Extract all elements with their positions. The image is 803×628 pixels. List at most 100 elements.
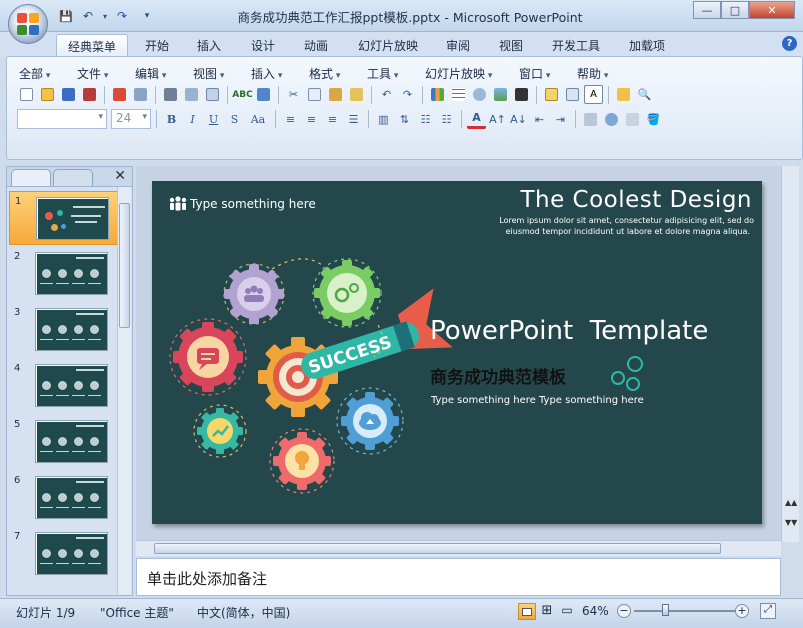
- tab-insert[interactable]: 插入: [188, 34, 230, 56]
- layout-icon[interactable]: [203, 85, 222, 104]
- menu-tools[interactable]: 工具: [367, 65, 398, 82]
- tab-review[interactable]: 审阅: [437, 34, 479, 56]
- text-direction-icon[interactable]: ⇅: [395, 110, 414, 129]
- zoom-slider-thumb[interactable]: [662, 604, 670, 616]
- bullets-icon[interactable]: ☷: [437, 110, 456, 129]
- slide-canvas[interactable]: SUCCESS Type something here The Coolest …: [152, 181, 762, 524]
- export-pdf-icon[interactable]: [110, 85, 129, 104]
- arrange-icon[interactable]: [623, 110, 642, 129]
- new-icon[interactable]: [17, 85, 36, 104]
- slide-thumbnail[interactable]: 7: [9, 527, 117, 581]
- menu-insert[interactable]: 插入: [251, 65, 282, 82]
- align-left-icon[interactable]: ≡: [281, 110, 300, 129]
- menu-format[interactable]: 格式: [309, 65, 340, 82]
- editor-horizontal-scrollbar[interactable]: [136, 540, 781, 556]
- tab-slides-thumbnails[interactable]: [11, 169, 51, 186]
- underline-icon[interactable]: U: [204, 110, 223, 129]
- cut-icon[interactable]: ✂: [284, 85, 303, 104]
- permission-icon[interactable]: [80, 85, 99, 104]
- picture-icon[interactable]: [491, 85, 510, 104]
- redo-toolbar-icon[interactable]: ↷: [398, 85, 417, 104]
- insert-chart-icon[interactable]: [428, 85, 447, 104]
- minimize-button[interactable]: —: [693, 1, 721, 19]
- close-icon[interactable]: ✕: [114, 168, 126, 184]
- notes-pane[interactable]: 单击此处添加备注: [136, 558, 781, 596]
- menu-window[interactable]: 窗口: [519, 65, 550, 82]
- slide-thumbnail[interactable]: 4: [9, 359, 117, 413]
- menu-all[interactable]: 全部: [19, 65, 50, 82]
- spelling-icon[interactable]: ABC: [232, 85, 252, 104]
- prev-slide-icon[interactable]: ▲▲: [785, 498, 797, 507]
- tab-developer[interactable]: 开发工具: [543, 34, 609, 56]
- format-painter-icon[interactable]: [347, 85, 366, 104]
- redo-icon[interactable]: ↷: [112, 7, 132, 25]
- increase-indent-icon[interactable]: ⇥: [551, 110, 570, 129]
- align-center-icon[interactable]: ≡: [302, 110, 321, 129]
- paste-icon[interactable]: [326, 85, 345, 104]
- undo-dropdown-icon[interactable]: ▾: [100, 7, 110, 25]
- menu-slideshow[interactable]: 幻灯片放映: [425, 65, 492, 82]
- zoom-slider[interactable]: [634, 604, 738, 616]
- print-icon[interactable]: [161, 85, 180, 104]
- bold-icon[interactable]: B: [162, 110, 181, 129]
- tab-home[interactable]: 开始: [136, 34, 178, 56]
- slideshow-view-icon[interactable]: ▭: [558, 603, 576, 620]
- save-file-icon[interactable]: [59, 85, 78, 104]
- clipart-icon[interactable]: [470, 85, 489, 104]
- menu-edit[interactable]: 编辑: [135, 65, 166, 82]
- next-slide-icon[interactable]: ▼▼: [785, 518, 797, 527]
- undo-toolbar-icon[interactable]: ↶: [377, 85, 396, 104]
- tab-classic-menu[interactable]: 经典菜单: [56, 34, 128, 56]
- normal-view-button[interactable]: [518, 603, 536, 620]
- print-preview-icon[interactable]: [182, 85, 201, 104]
- zoom-percent[interactable]: 64%: [582, 604, 609, 618]
- find-icon[interactable]: 🔍: [635, 85, 654, 104]
- justify-icon[interactable]: ☰: [344, 110, 363, 129]
- menu-file[interactable]: 文件: [77, 65, 108, 82]
- tab-view[interactable]: 视图: [490, 34, 532, 56]
- slide-thumbnail[interactable]: 3: [9, 303, 117, 357]
- attach-icon[interactable]: [131, 85, 150, 104]
- slide-sorter-view-icon[interactable]: ⊞: [538, 603, 556, 620]
- hscroll-thumb[interactable]: [154, 543, 721, 554]
- tab-outline[interactable]: [53, 169, 93, 186]
- text-box-icon[interactable]: A: [584, 85, 603, 104]
- help-icon[interactable]: ?: [782, 36, 797, 51]
- insert-table-icon[interactable]: [449, 85, 468, 104]
- tab-animation[interactable]: 动画: [295, 34, 337, 56]
- customize-qat-icon[interactable]: ▾: [134, 7, 160, 25]
- font-name-select[interactable]: [17, 109, 107, 129]
- editor-vertical-scrollbar[interactable]: ▲▲ ▼▼: [781, 166, 799, 542]
- align-right-icon[interactable]: ≡: [323, 110, 342, 129]
- columns-icon[interactable]: ▥: [374, 110, 393, 129]
- italic-icon[interactable]: I: [183, 110, 202, 129]
- research-icon[interactable]: [254, 85, 273, 104]
- scroll-thumb[interactable]: [119, 203, 130, 328]
- fit-to-window-icon[interactable]: ⤢: [760, 603, 776, 619]
- color-scheme-icon[interactable]: [512, 85, 531, 104]
- tab-addins[interactable]: 加载项: [620, 34, 674, 56]
- shrink-font-icon[interactable]: A↓: [509, 110, 528, 129]
- zoom-in-icon[interactable]: +: [735, 604, 749, 618]
- open-icon[interactable]: [38, 85, 57, 104]
- grow-font-icon[interactable]: A↑: [488, 110, 507, 129]
- font-color-icon[interactable]: A: [467, 110, 486, 129]
- change-case-icon[interactable]: Aa: [246, 110, 270, 129]
- undo-icon[interactable]: ↶: [78, 7, 98, 25]
- open-folder-icon[interactable]: [614, 85, 633, 104]
- design-icon[interactable]: [581, 110, 600, 129]
- menu-view[interactable]: 视图: [193, 65, 224, 82]
- zoom-out-icon[interactable]: −: [617, 604, 631, 618]
- new-slide-icon[interactable]: [542, 85, 561, 104]
- copy-icon[interactable]: [305, 85, 324, 104]
- shapes-icon[interactable]: [602, 110, 621, 129]
- office-button[interactable]: [8, 4, 48, 44]
- slides-panel-scrollbar[interactable]: [117, 187, 131, 595]
- numbering-icon[interactable]: ☷: [416, 110, 435, 129]
- restore-button[interactable]: □: [721, 1, 749, 19]
- shadow-icon[interactable]: S: [225, 110, 244, 129]
- close-button[interactable]: ✕: [749, 1, 795, 19]
- tab-slideshow[interactable]: 幻灯片放映: [349, 34, 427, 56]
- slide-layout-icon[interactable]: [563, 85, 582, 104]
- font-size-select[interactable]: 24: [111, 109, 151, 129]
